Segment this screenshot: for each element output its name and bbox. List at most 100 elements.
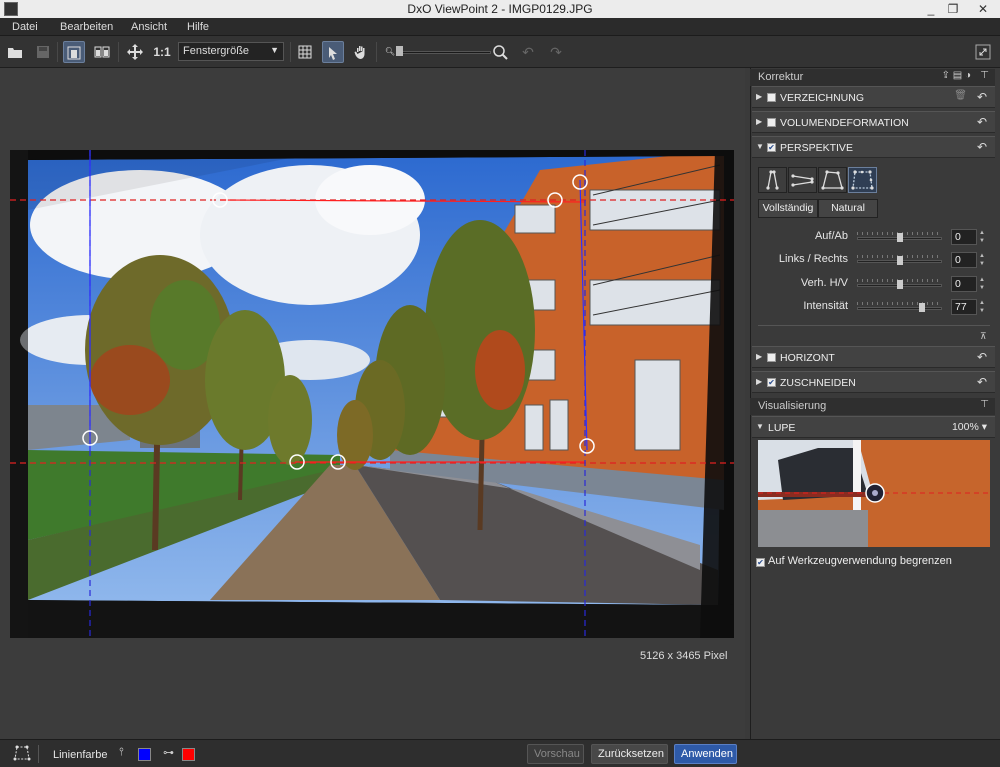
menu-view[interactable]: Ansicht: [131, 21, 167, 33]
slider-track[interactable]: [857, 307, 942, 310]
correction-header: Korrektur ⇪ ▤ ◑ ⊤: [750, 69, 995, 86]
pin-icon[interactable]: ⊤: [980, 70, 989, 81]
pixel-dimensions: 5126 x 3465 Pixel: [640, 650, 728, 662]
section-loupe[interactable]: ▼ LUPE 100% ▾: [752, 416, 995, 438]
section-horizon[interactable]: ▶ HORIZONT ↶: [752, 346, 995, 368]
spinner-arrows-icon[interactable]: ▲ ▼: [979, 299, 987, 315]
mode-full-button[interactable]: Vollständig: [758, 199, 818, 218]
menu-bar: Datei Bearbeiten Ansicht Hilfe: [0, 18, 1000, 36]
apply-button[interactable]: Anwenden: [674, 744, 737, 764]
panel-actions-icon[interactable]: ⇪ ▤ ◑: [942, 70, 971, 81]
title-bar: DxO ViewPoint 2 - IMGP0129.JPG _ ❐ ✕: [0, 0, 1000, 18]
slider-thumb[interactable]: [896, 233, 903, 242]
loupe-zoom-dropdown[interactable]: 100% ▾: [952, 421, 987, 433]
hand-icon[interactable]: [350, 41, 372, 63]
close-button[interactable]: ✕: [966, 0, 1000, 18]
horizon-checkbox[interactable]: [767, 353, 776, 362]
save-icon[interactable]: [32, 41, 54, 63]
volume-checkbox[interactable]: [767, 118, 776, 127]
reset-arrow-icon[interactable]: ↶: [977, 115, 987, 129]
zoom-slider-thumb[interactable]: [396, 46, 403, 56]
expand-icon[interactable]: ▶: [756, 117, 762, 126]
volume-label: VOLUMENDEFORMATION: [780, 117, 909, 129]
spinner-arrows-icon[interactable]: ▲ ▼: [979, 252, 987, 268]
slider-value-input[interactable]: 0: [951, 252, 977, 268]
reset-arrow-icon[interactable]: ↶: [977, 90, 987, 104]
trash-icon[interactable]: 🗑︎: [954, 90, 967, 101]
slider-thumb[interactable]: [896, 280, 903, 289]
expand-icon[interactable]: ▶: [756, 352, 762, 361]
perspective-horizontal-mode-icon[interactable]: [788, 167, 817, 193]
perspective-eight-point-mode-icon[interactable]: [848, 167, 877, 193]
redo-icon[interactable]: ↷: [545, 41, 567, 63]
divider: [758, 325, 990, 326]
correction-title: Korrektur: [758, 71, 804, 83]
reset-button[interactable]: Zurücksetzen: [591, 744, 668, 764]
slider-value-input[interactable]: 0: [951, 276, 977, 292]
crop-label: ZUSCHNEIDEN: [780, 377, 856, 389]
chevron-down-icon: ▼: [270, 45, 279, 55]
pin-icon[interactable]: ⊤: [980, 399, 989, 410]
compare-view-icon[interactable]: [91, 41, 113, 63]
slider-label: Auf/Ab: [814, 230, 848, 242]
vertical-lines-icon: ⫯: [119, 746, 124, 758]
slider-value-input[interactable]: 0: [951, 229, 977, 245]
horizontal-line-color-swatch[interactable]: [182, 748, 195, 761]
limit-to-tool-option[interactable]: ✔ Auf Werkzeugverwendung begrenzen: [756, 555, 952, 567]
reset-arrow-icon[interactable]: ↶: [977, 140, 987, 154]
spinner-arrows-icon[interactable]: ▲ ▼: [979, 276, 987, 292]
crop-checkbox[interactable]: ✔: [767, 378, 776, 387]
perspective-vertical-mode-icon[interactable]: [758, 167, 787, 193]
distortion-checkbox[interactable]: [767, 93, 776, 102]
window-title: DxO ViewPoint 2 - IMGP0129.JPG: [407, 2, 593, 16]
section-crop[interactable]: ▶ ✔ ZUSCHNEIDEN ↶: [752, 371, 995, 393]
slider-thumb[interactable]: [896, 256, 903, 265]
zoom-in-icon[interactable]: [489, 41, 511, 63]
horizon-label: HORIZONT: [780, 352, 835, 364]
reset-arrow-icon[interactable]: ↶: [977, 350, 987, 364]
section-distortion[interactable]: ▶ VERZEICHNUNG 🗑︎ ↶: [752, 86, 995, 108]
limit-checkbox[interactable]: ✔: [756, 558, 765, 567]
zoom-1to1-button[interactable]: 1:1: [151, 41, 173, 63]
mode-natural-button[interactable]: Natural: [818, 199, 878, 218]
limit-label: Auf Werkzeugverwendung begrenzen: [768, 555, 952, 567]
section-perspective[interactable]: ▼ ✔ PERSPEKTIVE ↶: [752, 136, 995, 158]
visualization-header: Visualisierung ⊤: [750, 398, 995, 415]
photo-preview[interactable]: [10, 150, 734, 638]
move-icon[interactable]: [124, 41, 146, 63]
menu-help[interactable]: Hilfe: [187, 21, 209, 33]
pointer-icon[interactable]: [322, 41, 344, 63]
undo-icon[interactable]: ↶: [517, 41, 539, 63]
maximize-button[interactable]: ❐: [940, 0, 966, 18]
preview-button[interactable]: Vorschau: [527, 744, 584, 764]
perspective-rectangle-mode-icon[interactable]: [818, 167, 847, 193]
open-folder-icon[interactable]: [4, 41, 26, 63]
fullscreen-icon[interactable]: [972, 41, 994, 63]
collapse-icon[interactable]: ▼: [756, 142, 764, 151]
loupe-label: LUPE: [768, 422, 796, 434]
collapse-section-icon[interactable]: ⊼: [980, 331, 987, 342]
menu-edit[interactable]: Bearbeiten: [60, 21, 113, 33]
expand-icon[interactable]: ▶: [756, 377, 762, 386]
perspective-checkbox[interactable]: ✔: [767, 143, 776, 152]
slider-value-input[interactable]: 77: [951, 299, 977, 315]
zoom-slider[interactable]: [396, 51, 491, 54]
section-volume[interactable]: ▶ VOLUMENDEFORMATION ↶: [752, 111, 995, 133]
slider-thumb[interactable]: [919, 303, 926, 312]
expand-icon[interactable]: ▶: [756, 92, 762, 101]
spinner-arrows-icon[interactable]: ▲ ▼: [979, 229, 987, 245]
distortion-label: VERZEICHNUNG: [780, 92, 865, 104]
collapse-icon[interactable]: ▼: [756, 422, 764, 431]
vertical-line-color-swatch[interactable]: [138, 748, 151, 761]
slider-label: Verh. H/V: [800, 277, 848, 289]
single-view-icon[interactable]: [63, 41, 85, 63]
reset-arrow-icon[interactable]: ↶: [977, 375, 987, 389]
grid-icon[interactable]: [294, 41, 316, 63]
perspective-tool-icon[interactable]: [12, 743, 32, 766]
fit-mode-value: Fenstergröße: [183, 45, 250, 57]
horizontal-lines-icon: ⊶: [163, 747, 174, 759]
slider-label: Links / Rechts: [778, 253, 848, 265]
menu-file[interactable]: Datei: [12, 21, 38, 33]
divider: [38, 745, 39, 763]
fit-mode-dropdown[interactable]: Fenstergröße ▼: [178, 42, 284, 61]
